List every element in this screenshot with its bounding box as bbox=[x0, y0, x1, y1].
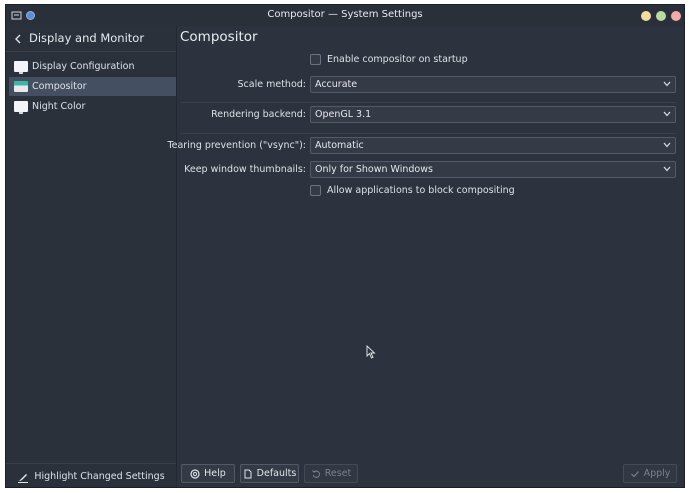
maximize-button[interactable] bbox=[656, 11, 666, 21]
allow-block-compositing-checkbox[interactable] bbox=[310, 185, 321, 196]
apply-button[interactable]: Apply bbox=[623, 464, 677, 483]
scale-method-select[interactable]: Accurate bbox=[310, 76, 676, 93]
sidebar-item-night-color[interactable]: Night Color bbox=[9, 97, 176, 116]
separator bbox=[181, 133, 676, 134]
apply-label: Apply bbox=[643, 468, 671, 479]
title-bar: Compositor — System Settings bbox=[6, 5, 684, 26]
sidebar-item-display-configuration[interactable]: Display Configuration bbox=[9, 57, 176, 76]
allow-block-compositing-label: Allow applications to block compositing bbox=[327, 185, 515, 196]
tearing-prevention-value: Automatic bbox=[315, 140, 364, 151]
chevron-down-icon bbox=[663, 166, 671, 172]
help-button[interactable]: Help bbox=[181, 464, 235, 483]
reset-icon bbox=[311, 469, 320, 478]
chevron-down-icon bbox=[663, 142, 671, 148]
separator bbox=[181, 102, 676, 103]
sidebar-item-label: Display Configuration bbox=[32, 61, 135, 72]
keep-thumbnails-value: Only for Shown Windows bbox=[315, 164, 433, 175]
defaults-button[interactable]: Defaults bbox=[240, 464, 299, 483]
allow-block-compositing-option[interactable]: Allow applications to block compositing bbox=[310, 185, 515, 196]
help-icon bbox=[190, 468, 200, 479]
tearing-prevention-select[interactable]: Automatic bbox=[310, 137, 676, 154]
chevron-down-icon bbox=[663, 111, 671, 117]
settings-window: Compositor — System Settings Display and… bbox=[5, 4, 685, 488]
sidebar-header[interactable]: Display and Monitor bbox=[6, 26, 176, 52]
window-title: Compositor — System Settings bbox=[267, 9, 423, 20]
enable-compositor-option[interactable]: Enable compositor on startup bbox=[310, 54, 468, 65]
enable-compositor-label: Enable compositor on startup bbox=[327, 54, 468, 65]
sidebar-title: Display and Monitor bbox=[29, 31, 145, 45]
keep-thumbnails-label: Keep window thumbnails: bbox=[184, 164, 306, 175]
scale-method-label: Scale method: bbox=[237, 79, 306, 90]
monitor-icon bbox=[14, 61, 28, 74]
close-button[interactable] bbox=[671, 11, 681, 21]
monitor-icon bbox=[14, 101, 28, 114]
highlight-changed-settings-button[interactable]: Highlight Changed Settings bbox=[6, 463, 176, 487]
scale-method-value: Accurate bbox=[315, 79, 358, 90]
reset-label: Reset bbox=[324, 468, 352, 479]
back-arrow-icon[interactable] bbox=[14, 34, 22, 44]
keep-thumbnails-select[interactable]: Only for Shown Windows bbox=[310, 161, 676, 178]
sidebar: Display and Monitor Display Configuratio… bbox=[6, 26, 177, 487]
enable-compositor-checkbox[interactable] bbox=[310, 54, 321, 65]
rendering-backend-label: Rendering backend: bbox=[211, 109, 306, 120]
reset-button[interactable]: Reset bbox=[304, 464, 358, 483]
chevron-down-icon bbox=[663, 81, 671, 87]
sidebar-item-label: Night Color bbox=[32, 101, 86, 112]
tearing-prevention-label: Tearing prevention ("vsync"): bbox=[167, 140, 306, 151]
main-panel: Compositor Enable compositor on startup … bbox=[167, 26, 684, 487]
compositor-icon bbox=[14, 81, 28, 92]
defaults-label: Defaults bbox=[256, 468, 297, 479]
sidebar-item-compositor[interactable]: Compositor bbox=[9, 77, 176, 96]
checkmark-icon bbox=[630, 470, 639, 477]
minimize-button[interactable] bbox=[641, 11, 651, 21]
document-icon bbox=[244, 469, 252, 478]
sidebar-item-label: Compositor bbox=[32, 81, 87, 92]
page-title: Compositor bbox=[180, 29, 258, 45]
highlighter-icon bbox=[18, 473, 29, 483]
mouse-cursor-icon bbox=[366, 345, 376, 359]
rendering-backend-select[interactable]: OpenGL 3.1 bbox=[310, 106, 676, 123]
rendering-backend-value: OpenGL 3.1 bbox=[315, 109, 372, 120]
help-label: Help bbox=[204, 468, 226, 479]
highlight-changed-settings-label: Highlight Changed Settings bbox=[34, 471, 165, 482]
